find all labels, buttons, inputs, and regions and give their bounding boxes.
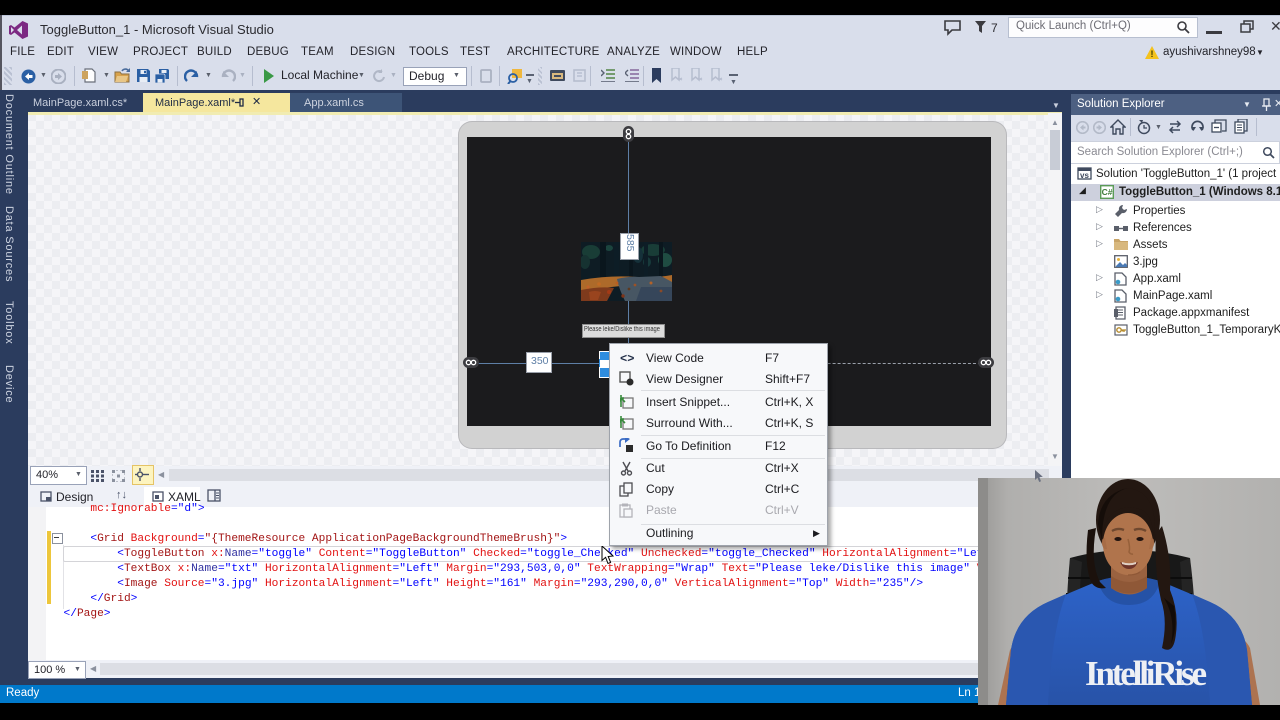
svg-text:IntelliRise: IntelliRise [1085, 654, 1207, 693]
svg-text:C#: C# [1102, 187, 1113, 197]
svg-text:vs: vs [1080, 171, 1089, 180]
svg-text:!: ! [1151, 49, 1154, 59]
